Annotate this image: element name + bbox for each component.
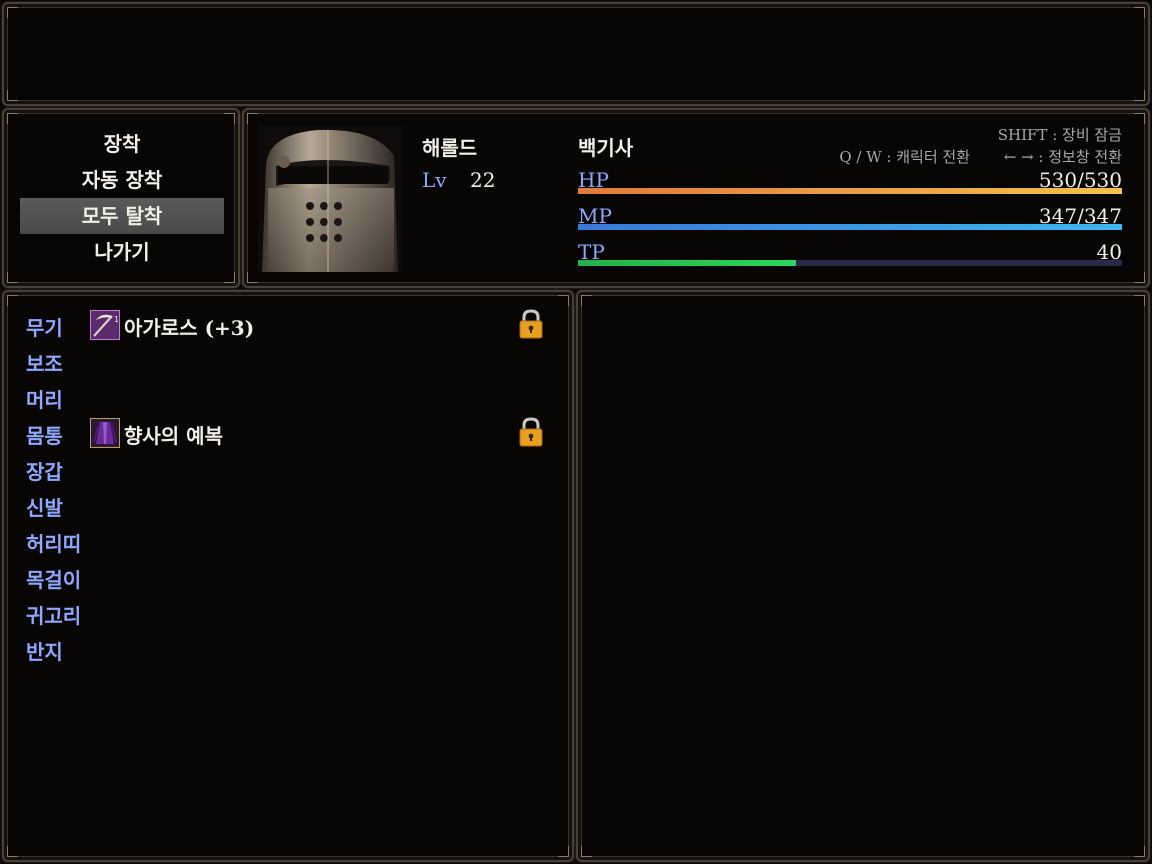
- robe-icon: [90, 418, 120, 448]
- command-window: 장착 자동 장착 모두 탈착 나가기: [2, 108, 240, 288]
- level-label: Lv: [422, 168, 447, 192]
- command-clear-all[interactable]: 모두 탈착: [20, 198, 224, 234]
- lock-icon: [518, 416, 544, 448]
- command-exit[interactable]: 나가기: [20, 234, 224, 270]
- knight-helmet-icon: [258, 126, 402, 272]
- slot-shoes[interactable]: 신발: [26, 492, 63, 521]
- equipment-slot-window: 무기 보조 머리 몸통 장갑 신발 허리띠 목걸이 귀고리 반지 1 아가로스 …: [2, 290, 574, 862]
- slot-belt[interactable]: 허리띠: [26, 528, 81, 557]
- command-equip[interactable]: 장착: [20, 126, 224, 162]
- hint-switch-character: Q / W : 캐릭터 전환: [839, 148, 970, 166]
- hp-gauge: [578, 188, 1122, 194]
- equipped-body-name[interactable]: 향사의 예복: [124, 420, 223, 449]
- actor-name: 해롤드: [422, 136, 478, 160]
- slot-gloves[interactable]: 장갑: [26, 456, 63, 485]
- hp-gauge-fill: [578, 188, 1122, 194]
- slot-shield[interactable]: 보조: [26, 348, 63, 377]
- tp-gauge-fill: [578, 260, 796, 266]
- slot-earring[interactable]: 귀고리: [26, 600, 81, 629]
- slot-weapon[interactable]: 무기: [26, 312, 63, 341]
- command-optimize[interactable]: 자동 장착: [20, 162, 224, 198]
- status-window: 해롤드 Lv 22 백기사 SHIFT : 장비 잠금 Q / W : 캐릭터 …: [242, 108, 1150, 288]
- slot-body[interactable]: 몸통: [26, 420, 63, 449]
- actor-portrait: [258, 126, 402, 272]
- mp-gauge-fill: [578, 224, 1122, 230]
- scythe-icon: 1: [90, 310, 120, 340]
- actor-class: 백기사: [578, 136, 634, 160]
- hint-lock: SHIFT : 장비 잠금: [997, 126, 1122, 144]
- slot-necklace[interactable]: 목걸이: [26, 564, 81, 593]
- item-list-window: [576, 290, 1150, 862]
- mp-gauge: [578, 224, 1122, 230]
- svg-text:1: 1: [114, 315, 119, 324]
- help-window: [2, 2, 1150, 106]
- slot-ring[interactable]: 반지: [26, 636, 63, 665]
- slot-head[interactable]: 머리: [26, 384, 63, 413]
- hint-switch-info: ← → : 정보창 전환: [1003, 148, 1122, 166]
- lock-icon: [518, 308, 544, 340]
- equipped-weapon-name[interactable]: 아가로스 (+3): [124, 312, 254, 341]
- tp-gauge: [578, 260, 1122, 266]
- level-value: 22: [470, 168, 496, 192]
